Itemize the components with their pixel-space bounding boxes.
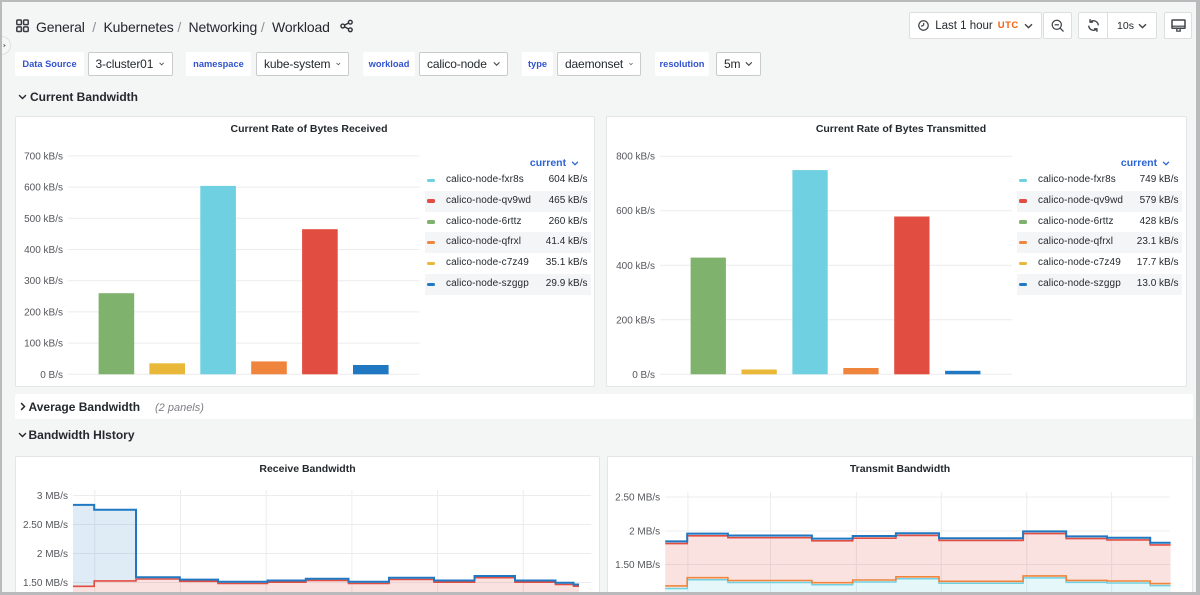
svg-text:1.50 MB/s: 1.50 MB/s xyxy=(615,560,660,571)
svg-text:200 kB/s: 200 kB/s xyxy=(616,315,655,326)
svg-text:2 MB/s: 2 MB/s xyxy=(36,549,67,560)
svg-text:600 kB/s: 600 kB/s xyxy=(24,182,63,193)
svg-text:0 B/s: 0 B/s xyxy=(632,369,655,380)
svg-text:200 kB/s: 200 kB/s xyxy=(24,307,63,318)
svg-text:500 kB/s: 500 kB/s xyxy=(24,213,63,224)
svg-text:0 B/s: 0 B/s xyxy=(40,369,63,380)
svg-text:400 kB/s: 400 kB/s xyxy=(24,245,63,256)
svg-text:600 kB/s: 600 kB/s xyxy=(616,206,655,217)
svg-text:700 kB/s: 700 kB/s xyxy=(24,151,63,162)
svg-text:2 MB/s: 2 MB/s xyxy=(629,526,660,537)
svg-text:400 kB/s: 400 kB/s xyxy=(616,260,655,271)
svg-text:300 kB/s: 300 kB/s xyxy=(24,276,63,287)
svg-text:3 MB/s: 3 MB/s xyxy=(36,491,67,502)
svg-text:1.50 MB/s: 1.50 MB/s xyxy=(22,578,67,589)
svg-text:100 kB/s: 100 kB/s xyxy=(24,338,63,349)
svg-text:2.50 MB/s: 2.50 MB/s xyxy=(22,520,67,531)
svg-text:2.50 MB/s: 2.50 MB/s xyxy=(615,492,660,503)
svg-text:800 kB/s: 800 kB/s xyxy=(616,151,655,162)
